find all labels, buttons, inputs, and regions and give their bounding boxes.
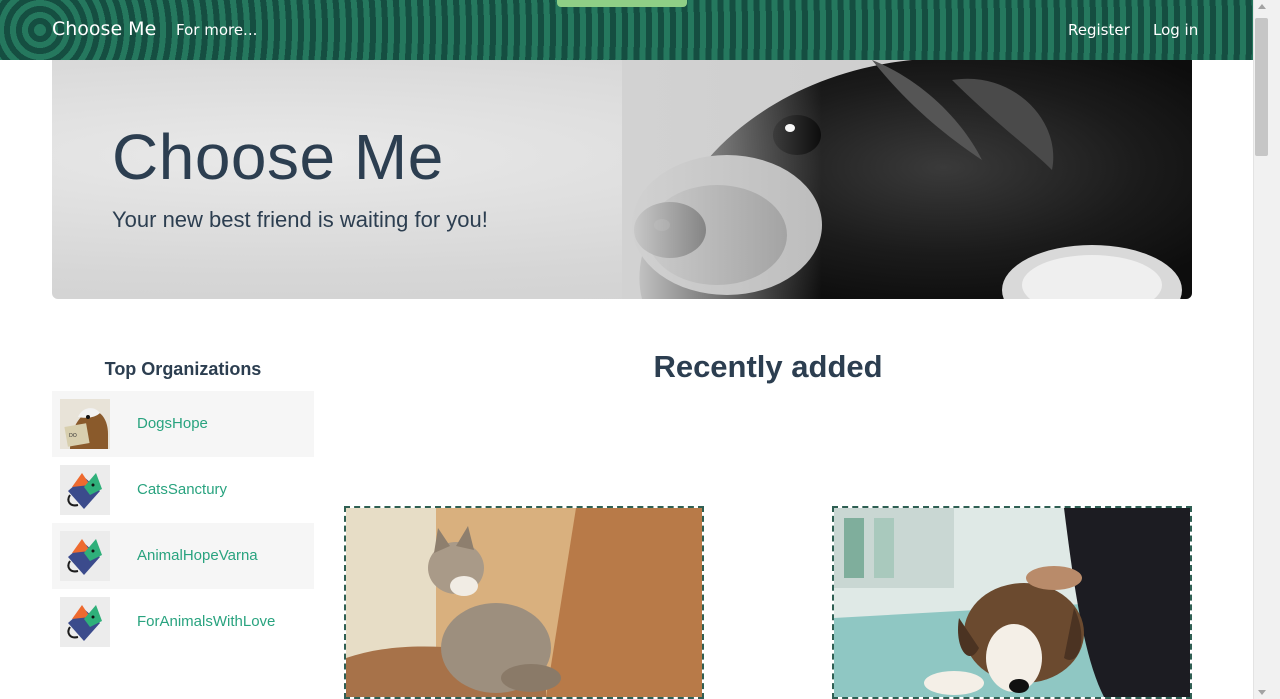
kitten-photo-icon <box>346 508 702 697</box>
register-link[interactable]: Register <box>1068 21 1130 39</box>
pet-card[interactable] <box>344 506 704 699</box>
cat-logo-thumb-icon <box>60 531 110 581</box>
hero-banner: Choose Me Your new best friend is waitin… <box>52 60 1192 299</box>
scrollbar-thumb[interactable] <box>1255 18 1268 156</box>
organization-name: CatsSanctury <box>137 481 228 498</box>
dog-photo-thumb-icon: DO <box>60 399 110 449</box>
brand-link[interactable]: Choose Me <box>52 18 156 40</box>
organization-item[interactable]: CatsSanctury <box>52 457 314 523</box>
organization-list: DO DogsHope CatsSanctury AnimalHopeVarna… <box>52 391 314 655</box>
for-more-link[interactable]: For more... <box>176 21 257 39</box>
organization-item[interactable]: DO DogsHope <box>52 391 314 457</box>
nav-highlight-tab <box>557 0 687 7</box>
organization-item[interactable]: AnimalHopeVarna <box>52 523 314 589</box>
organization-item[interactable]: ForAnimalsWithLove <box>52 589 314 655</box>
hero-title: Choose Me <box>112 121 444 193</box>
scroll-down-icon[interactable] <box>1258 690 1266 695</box>
pet-card[interactable] <box>832 506 1192 699</box>
puppy-hero-image <box>622 60 1192 299</box>
scroll-up-icon[interactable] <box>1258 4 1266 9</box>
top-organizations-heading: Top Organizations <box>104 359 262 379</box>
organization-name: DogsHope <box>137 415 208 432</box>
cat-logo-thumb-icon <box>60 465 110 515</box>
organization-name: AnimalHopeVarna <box>137 547 258 564</box>
svg-text:DO: DO <box>69 433 77 439</box>
cat-logo-thumb-icon <box>60 597 110 647</box>
organization-name: ForAnimalsWithLove <box>137 613 276 630</box>
hero-subtitle: Your new best friend is waiting for you! <box>112 207 488 232</box>
recently-added-heading: Recently added <box>653 349 883 384</box>
puppy-photo-icon <box>834 508 1190 697</box>
login-link[interactable]: Log in <box>1153 21 1198 39</box>
